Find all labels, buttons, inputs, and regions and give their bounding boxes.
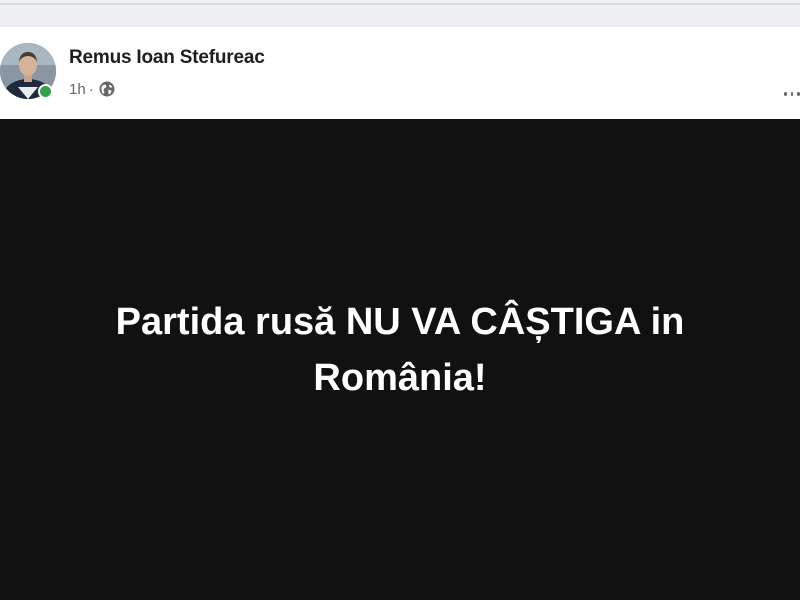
meta-separator: · — [88, 80, 94, 98]
post-text: Partida rusă NU VA CÂȘTIGA in România! — [115, 300, 685, 399]
top-strip — [0, 0, 800, 26]
top-divider — [0, 3, 800, 5]
globe-icon[interactable] — [98, 80, 116, 98]
more-options-icon[interactable] — [784, 89, 800, 99]
author-avatar-wrap[interactable] — [0, 43, 58, 101]
author-name[interactable]: Remus Ioan Stefureac — [69, 47, 265, 69]
post-header: Remus Ioan Stefureac 1h · — [0, 27, 800, 119]
online-status-indicator — [38, 84, 53, 99]
post-text-background: Partida rusă NU VA CÂȘTIGA in România! — [0, 119, 800, 600]
post-timestamp[interactable]: 1h — [69, 81, 86, 98]
post-meta: 1h · — [69, 78, 116, 100]
post-card: Remus Ioan Stefureac 1h · Partida rusă N… — [0, 27, 800, 600]
